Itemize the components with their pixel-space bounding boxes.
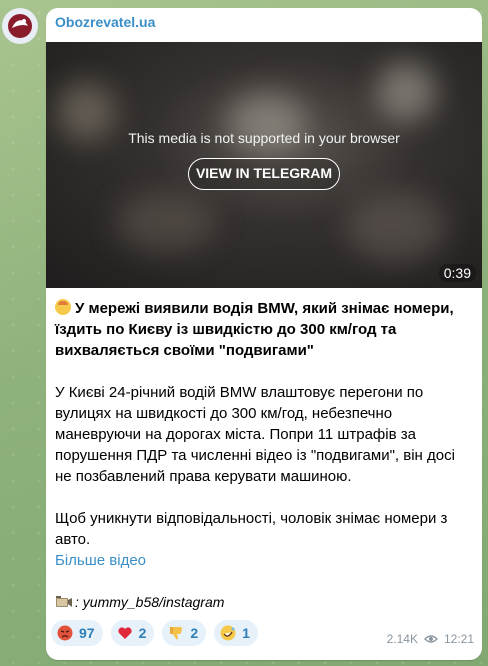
channel-name-link[interactable]: Obozrevatel.ua <box>55 14 155 30</box>
video-duration: 0:39 <box>438 264 476 282</box>
exploding-head-icon <box>55 299 71 315</box>
reaction-count: 2 <box>190 625 199 641</box>
reaction-rofl[interactable]: 1 <box>214 620 258 646</box>
reaction-count: 97 <box>79 625 95 641</box>
film-camera-icon <box>56 596 72 607</box>
post-text: У мережі виявили водія BMW, який знімає … <box>55 298 473 550</box>
channel-avatar[interactable] <box>2 8 38 44</box>
reaction-thumbs-down[interactable]: 2 <box>162 620 207 646</box>
thumbs-down-icon <box>170 627 183 640</box>
reaction-angry[interactable]: 97 <box>51 620 103 646</box>
post-headline: У мережі виявили водія BMW, який знімає … <box>55 298 473 361</box>
reactions-bar: 97 2 2 1 <box>51 620 258 646</box>
angry-face-icon <box>57 625 73 641</box>
source-text: : yummy_b58/instagram <box>75 594 225 610</box>
view-in-telegram-button[interactable]: VIEW IN TELEGRAM <box>188 158 340 190</box>
post-headline-text: У мережі виявили водія BMW, який знімає … <box>55 300 454 359</box>
post-paragraph: Щоб уникнути відповідальності, чоловік з… <box>55 510 448 548</box>
red-heart-icon <box>117 627 132 639</box>
source-credit: : yummy_b58/instagram <box>55 594 224 610</box>
message-time: 12:21 <box>443 632 474 646</box>
rofl-face-icon <box>220 625 236 641</box>
eye-icon <box>424 635 438 643</box>
media-unsupported-text: This media is not supported in your brow… <box>128 130 400 146</box>
post-paragraph: У Києві 24-річний водій BMW влаштовує пе… <box>55 384 455 485</box>
more-videos-link[interactable]: Більше відео <box>55 552 146 569</box>
reaction-heart[interactable]: 2 <box>110 620 155 646</box>
message-meta: 2.14K 12:21 <box>387 632 474 646</box>
views-count: 2.14K <box>386 632 418 646</box>
obozrevatel-logo-icon <box>3 9 37 43</box>
reaction-count: 1 <box>242 625 250 641</box>
video-media[interactable]: This media is not supported in your brow… <box>46 42 482 288</box>
reaction-count: 2 <box>138 625 147 641</box>
message-bubble: Obozrevatel.ua This media is not support… <box>46 8 482 660</box>
